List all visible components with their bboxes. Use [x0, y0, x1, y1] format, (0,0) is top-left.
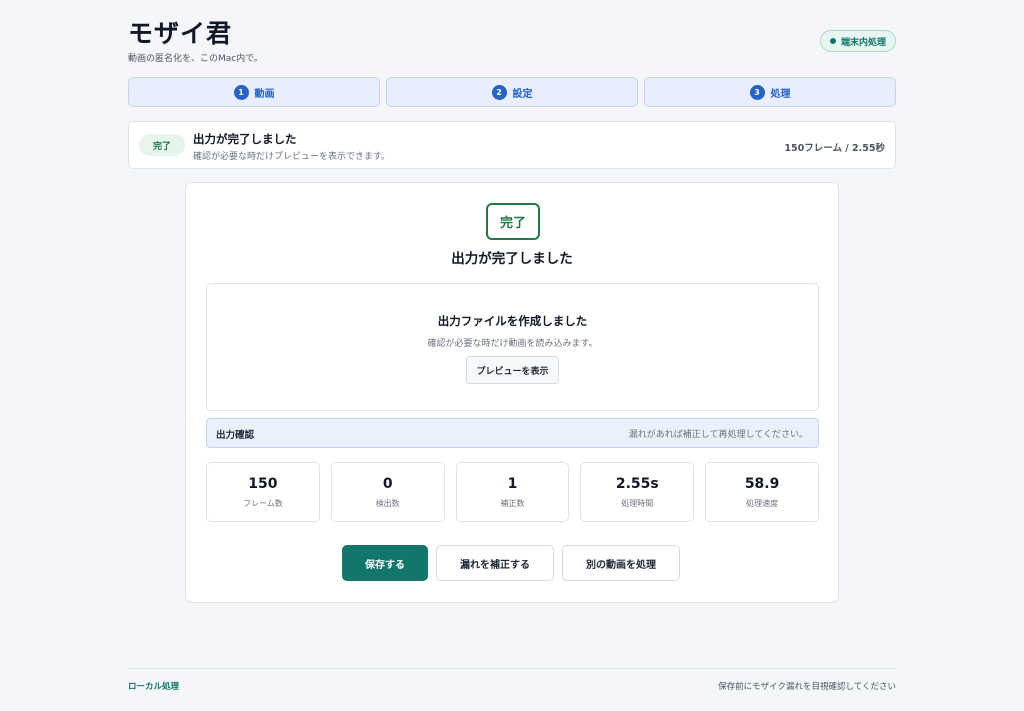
stats-row: 150 フレーム数 0 検出数 1 補正数 2.55s 処理時間 58.9 処理… [206, 462, 819, 522]
step-number: 3 [749, 84, 765, 100]
stat-value: 2.55s [615, 476, 659, 492]
output-check-hint: 漏れがあれば補正して再処理してください。 [628, 430, 808, 440]
output-check-label: 出力確認 [216, 430, 255, 441]
output-file-title: 出力ファイルを作成しました [437, 314, 588, 328]
stat-detections: 0 検出数 [330, 462, 445, 522]
process-another-video-button[interactable]: 別の動画を処理 [562, 545, 680, 581]
step-video[interactable]: 1 動画 [128, 77, 380, 107]
app-title: モザイ君 [128, 19, 233, 48]
output-file-panel: 出力ファイルを作成しました 確認が必要な時だけ動画を読み込みます。 プレビューを… [206, 283, 819, 411]
stat-value: 58.9 [744, 476, 780, 492]
step-process[interactable]: 3 処理 [644, 77, 896, 107]
status-dot-icon [829, 38, 836, 44]
stat-corrections: 1 補正数 [455, 462, 570, 522]
footer-divider [128, 668, 896, 669]
status-bar: 完了 出力が完了しました 確認が必要な時だけプレビューを表示できます。 150フ… [128, 121, 896, 169]
step-tabs: 1 動画 2 設定 3 処理 [128, 77, 896, 107]
done-badge: 完了 [486, 203, 540, 240]
stat-label: 検出数 [375, 499, 400, 508]
step-settings[interactable]: 2 設定 [386, 77, 638, 107]
result-card: 完了 出力が完了しました 出力ファイルを作成しました 確認が必要な時だけ動画を読… [185, 182, 839, 603]
footer-local-processing: ローカル処理 [128, 682, 180, 692]
local-processing-badge: 端末内処理 [819, 30, 896, 52]
stat-processing-speed: 58.9 処理速度 [705, 462, 819, 522]
stat-label: フレーム数 [243, 499, 283, 508]
status-meta: 150フレーム / 2.55秒 [784, 143, 885, 154]
footer-note: 保存前にモザイク漏れを目視確認してください [718, 682, 896, 692]
stat-label: 補正数 [500, 499, 525, 508]
output-check-bar: 出力確認 漏れがあれば補正して再処理してください。 [206, 418, 819, 448]
step-label: 処理 [770, 88, 791, 100]
output-file-description: 確認が必要な時だけ動画を読み込みます。 [427, 339, 598, 349]
step-label: 設定 [512, 88, 533, 100]
action-buttons: 保存する 漏れを補正する 別の動画を処理 [342, 545, 680, 581]
step-number: 1 [233, 84, 249, 100]
step-label: 動画 [254, 88, 275, 100]
status-description: 確認が必要な時だけプレビューを表示できます。 [193, 152, 391, 162]
step-number: 2 [491, 84, 507, 100]
stat-processing-time: 2.55s 処理時間 [580, 462, 695, 522]
stat-frames: 150 フレーム数 [206, 462, 320, 522]
save-button[interactable]: 保存する [342, 545, 428, 581]
local-processing-label: 端末内処理 [840, 37, 886, 48]
app-header: モザイ君 動画の匿名化を、このMac内で。 端末内処理 [128, 18, 896, 68]
result-title: 出力が完了しました [451, 251, 573, 267]
stat-label: 処理速度 [746, 499, 779, 508]
stat-value: 150 [248, 476, 278, 492]
status-badge: 完了 [139, 134, 185, 156]
stat-label: 処理時間 [621, 499, 654, 508]
app-subtitle: 動画の匿名化を、このMac内で。 [128, 54, 263, 64]
stat-value: 0 [382, 476, 393, 492]
show-preview-button[interactable]: プレビューを表示 [466, 356, 559, 384]
status-title: 出力が完了しました [193, 132, 297, 146]
stat-value: 1 [507, 476, 518, 492]
fix-missed-button[interactable]: 漏れを補正する [436, 545, 554, 581]
